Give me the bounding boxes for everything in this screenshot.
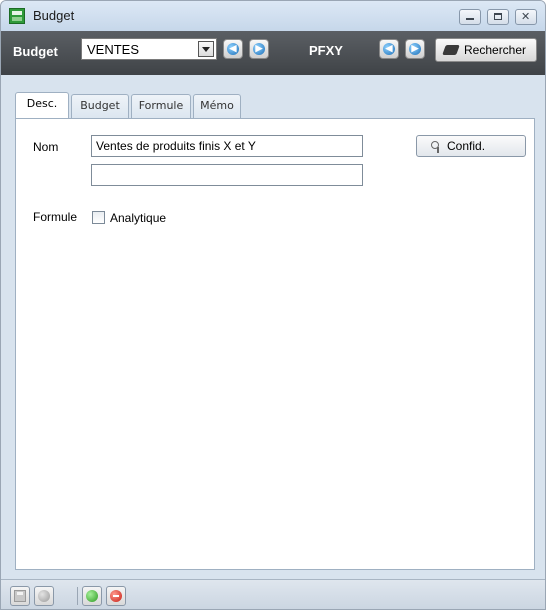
maximize-icon (494, 13, 502, 20)
search-button-label: Rechercher (464, 43, 527, 57)
tab-formule[interactable]: Formule (131, 94, 191, 118)
tab-desc[interactable]: Desc. (15, 92, 69, 119)
save-disk-icon (14, 590, 26, 602)
budget-select-value: VENTES (87, 42, 140, 57)
maximize-button[interactable] (487, 9, 509, 25)
window-title: Budget (33, 8, 75, 23)
delete-button[interactable] (106, 586, 126, 606)
record-toolbar: Budget VENTES PFXY Rechercher (1, 31, 545, 75)
budget-window: Budget ✕ Budget VENTES PFXY (0, 0, 546, 610)
code-next-button[interactable] (405, 39, 425, 59)
budget-next-button[interactable] (249, 39, 269, 59)
tab-budget[interactable]: Budget (71, 94, 129, 118)
search-button[interactable]: Rechercher (435, 38, 537, 62)
toolbar-separator (77, 587, 78, 605)
nom-label: Nom (33, 140, 59, 154)
main-content: Desc. Budget Formule Mémo Nom Ventes de … (7, 75, 539, 579)
analytique-label: Analytique (110, 211, 167, 225)
nom-field[interactable]: Ventes de produits finis X et Y (91, 135, 363, 157)
delete-icon (110, 590, 122, 602)
code-label: PFXY (309, 43, 343, 58)
validate-button[interactable] (82, 586, 102, 606)
minimize-button[interactable] (459, 9, 481, 25)
budget-previous-button[interactable] (223, 39, 243, 59)
validate-icon (86, 590, 98, 602)
navigate-next-icon (253, 42, 265, 55)
key-icon (431, 141, 441, 153)
formule-label: Formule (33, 210, 78, 224)
navigate-previous-icon (383, 42, 395, 55)
budget-label: Budget (13, 44, 58, 59)
navigate-previous-icon (227, 42, 239, 55)
analytique-checkbox[interactable] (92, 211, 105, 224)
confid-button[interactable]: Confid. (416, 135, 526, 157)
nom-secondary-field[interactable] (91, 164, 363, 186)
minimize-icon (466, 18, 474, 20)
close-button[interactable]: ✕ (515, 9, 537, 25)
close-icon: ✕ (521, 10, 531, 23)
description-panel: Nom Ventes de produits finis X et Y Conf… (15, 118, 535, 570)
chevron-down-icon[interactable] (198, 41, 214, 57)
budget-app-icon (9, 8, 25, 24)
confid-button-label: Confid. (447, 139, 486, 153)
search-icon (442, 45, 460, 55)
title-bar: Budget ✕ (1, 1, 545, 31)
cancel-button[interactable] (34, 586, 54, 606)
cancel-icon (38, 590, 50, 602)
navigate-next-icon (409, 42, 421, 55)
budget-select[interactable]: VENTES (81, 38, 217, 60)
action-bar (1, 579, 545, 609)
tab-memo[interactable]: Mémo (193, 94, 241, 118)
save-button[interactable] (10, 586, 30, 606)
code-previous-button[interactable] (379, 39, 399, 59)
